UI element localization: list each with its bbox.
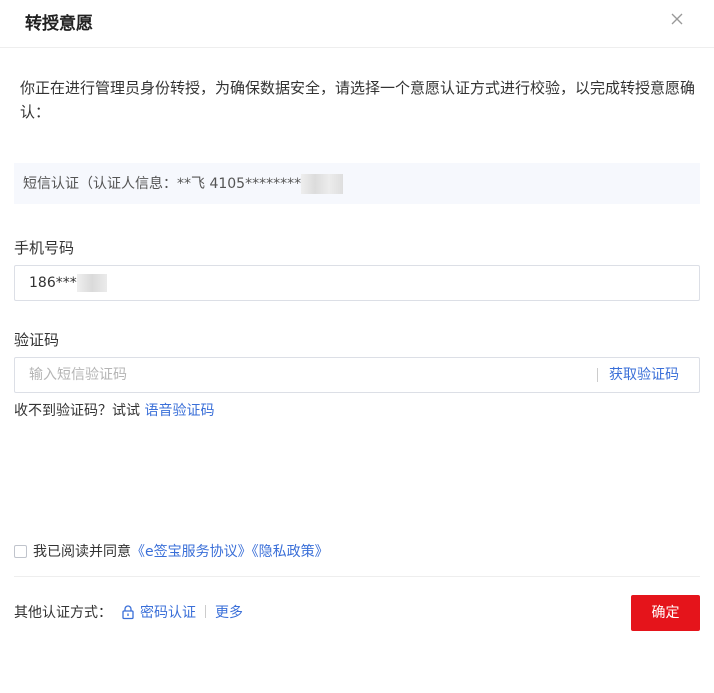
verification-code-field: 获取验证码 [14,357,700,393]
code-label: 验证码 [14,331,60,349]
dialog-header: 转授意愿 [0,0,714,48]
voice-code-link[interactable]: 语音验证码 [144,403,214,419]
verification-code-input[interactable] [15,358,585,392]
close-button[interactable] [668,10,686,28]
agreement-row: 我已阅读并同意《e签宝服务协议》《隐私政策》 [14,542,329,562]
phone-field: 186*** [14,265,700,301]
other-methods-label: 其他认证方式： [14,605,112,621]
phone-label: 手机号码 [14,239,75,257]
masked-info-blur [301,174,344,194]
phone-masked-blur [76,274,107,292]
close-icon [671,13,683,25]
privacy-policy-link[interactable]: 《隐私政策》 [252,544,329,560]
auth-method-info: 短信认证（认证人信息：**飞 4105******** [14,163,700,204]
dialog-title: 转授意愿 [25,14,93,34]
other-auth-methods: 其他认证方式： 密码认证 更多 [14,603,243,623]
password-auth-link[interactable]: 密码认证 [112,605,196,621]
transfer-consent-dialog: 转授意愿 你正在进行管理员身份转授，为确保数据安全，请选择一个意愿认证方式进行校… [0,0,714,693]
agreement-prefix: 我已阅读并同意 [33,544,131,560]
agreement-checkbox[interactable] [14,545,27,558]
code-field-divider [597,368,598,382]
phone-value: 186*** [29,275,77,291]
service-agreement-link[interactable]: 《e签宝服务协议》 [131,544,252,560]
auth-method-text-row: 短信认证（认证人信息：**飞 4105******** [23,174,344,194]
methods-separator [205,605,206,618]
phone-value-row: 186*** [29,274,107,292]
voice-code-prefix: 收不到验证码？试试 [14,403,140,419]
get-code-button[interactable]: 获取验证码 [609,366,679,384]
confirm-button[interactable]: 确定 [631,595,700,631]
dialog-description: 你正在进行管理员身份转授，为确保数据安全，请选择一个意愿认证方式进行校验，以完成… [20,79,696,121]
auth-method-text: 短信认证（认证人信息：**飞 4105******** [23,176,302,192]
voice-code-row: 收不到验证码？试试 语音验证码 [14,401,214,421]
more-methods-link[interactable]: 更多 [215,605,243,621]
password-auth-label: 密码认证 [140,605,196,621]
lock-icon [122,605,134,620]
footer-divider [14,576,700,577]
